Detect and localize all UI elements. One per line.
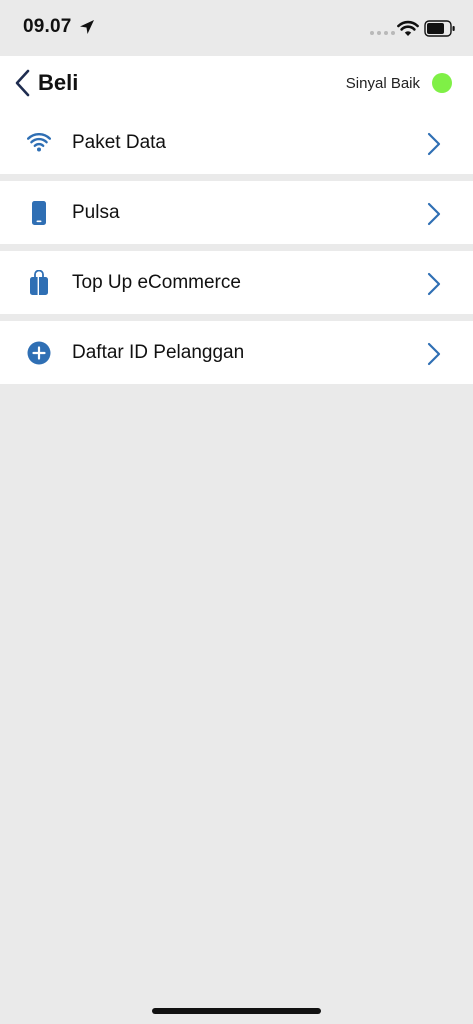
menu-item-label: Pulsa	[72, 202, 120, 223]
plus-circle-icon	[26, 340, 52, 366]
cellular-signal-icon	[370, 31, 395, 35]
wifi-icon	[26, 130, 52, 156]
location-arrow-icon	[80, 20, 94, 34]
chevron-right-icon	[427, 342, 441, 366]
menu-item-paket-data[interactable]: Paket Data	[0, 111, 473, 174]
status-bar: 09.07	[0, 0, 473, 56]
chevron-left-icon	[15, 69, 30, 97]
shopping-bag-icon	[26, 270, 52, 296]
menu-item-label: Daftar ID Pelanggan	[72, 342, 245, 363]
navigation-bar: Beli Sinyal Baik	[0, 56, 473, 111]
chevron-right-icon	[427, 202, 441, 226]
menu-item-top-up-ecommerce[interactable]: Top Up eCommerce	[0, 251, 473, 314]
signal-status: Sinyal Baik	[346, 73, 452, 93]
wifi-status-icon	[397, 20, 419, 36]
status-time: 09.07	[23, 16, 72, 37]
home-indicator[interactable]	[152, 1008, 321, 1014]
menu-item-label: Paket Data	[72, 132, 166, 153]
page-title: Beli	[38, 70, 79, 95]
menu-item-label: Top Up eCommerce	[72, 272, 241, 293]
chevron-right-icon	[427, 132, 441, 156]
signal-status-dot	[432, 73, 452, 93]
signal-status-label: Sinyal Baik	[345, 74, 420, 92]
menu-item-daftar-id-pelanggan[interactable]: Daftar ID Pelanggan	[0, 321, 473, 384]
chevron-right-icon	[427, 272, 441, 296]
back-button[interactable]: Beli	[14, 66, 78, 100]
phone-icon	[26, 200, 52, 226]
battery-icon	[424, 20, 455, 37]
menu-item-pulsa[interactable]: Pulsa	[0, 181, 473, 244]
purchase-menu-list: Paket Data Pulsa Top Up eCommerce Daftar…	[0, 111, 473, 391]
